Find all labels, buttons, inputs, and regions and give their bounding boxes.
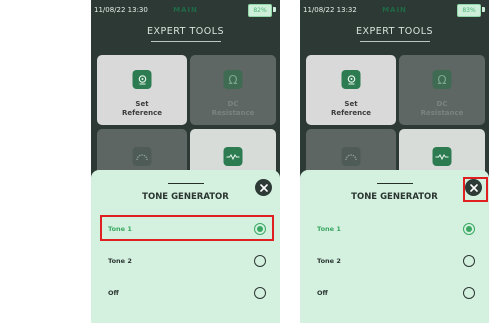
tone-generator-sheet: TONE GENERATOR Tone 1 Tone 2 Off [91,170,280,323]
battery-tip-icon [482,7,485,12]
battery-tip-icon [273,7,276,12]
radio-icon[interactable] [254,255,266,267]
highlight-tone-1 [100,215,274,241]
gauge-icon [341,147,361,166]
tile-label: Set Reference [306,100,396,118]
option-off[interactable]: Off [300,282,489,306]
status-bar: 11/08/22 13:32 MAIN 83% [300,4,489,18]
tile-set-reference[interactable]: Set Reference [97,55,187,125]
drag-handle[interactable] [168,183,204,184]
close-icon [259,183,268,192]
tile-label-line1: Set [344,100,358,108]
title-underline [360,41,430,42]
title-underline [151,41,221,42]
option-tone-1[interactable]: Tone 1 [300,218,489,242]
radio-selected-icon[interactable] [463,223,475,235]
page-title: EXPERT TOOLS [355,26,434,37]
tile-label: Set Reference [97,100,187,118]
tile-label-line2: Resistance [211,109,255,117]
location-pin-icon [341,70,361,89]
radio-icon[interactable] [463,287,475,299]
option-label: Off [108,289,119,297]
option-tone-2[interactable]: Tone 2 [91,250,280,274]
waveform-icon [432,147,452,166]
gauge-icon [132,147,152,166]
tile-label: DC Resistance [399,100,485,118]
sheet-title: TONE GENERATOR [351,192,438,202]
option-label: Tone 2 [108,257,132,265]
sheet-title: TONE GENERATOR [142,192,229,202]
screen-after: 11/08/22 13:32 MAIN 83% EXPERT TOOLS Set… [300,0,489,323]
radio-icon[interactable] [463,255,475,267]
ohm-icon: Ω [223,70,243,89]
option-label: Tone 1 [317,225,341,233]
drag-handle[interactable] [377,183,413,184]
tile-label-line1: Set [135,100,149,108]
tile-label-line1: DC [227,100,239,108]
highlight-close-button [463,177,488,202]
waveform-icon [223,147,243,166]
tile-label-line2: Reference [121,109,162,117]
location-pin-icon [132,70,152,89]
close-button[interactable] [255,179,272,196]
tile-label-line2: Resistance [420,109,464,117]
tile-label: DC Resistance [190,100,276,118]
option-tone-2[interactable]: Tone 2 [300,250,489,274]
tile-label-line1: DC [436,100,448,108]
ohm-icon: Ω [432,70,452,89]
option-off[interactable]: Off [91,282,280,306]
tile-dc-resistance[interactable]: Ω DC Resistance [190,55,276,125]
battery-indicator: 82% [248,4,272,17]
screen-before: 11/08/22 13:30 MAIN 82% EXPERT TOOLS Set… [91,0,280,323]
tile-dc-resistance[interactable]: Ω DC Resistance [399,55,485,125]
tile-set-reference[interactable]: Set Reference [306,55,396,125]
battery-indicator: 83% [457,4,481,17]
page-title: EXPERT TOOLS [146,26,225,37]
option-label: Tone 2 [317,257,341,265]
option-label: Off [317,289,328,297]
radio-icon[interactable] [254,287,266,299]
status-bar: 11/08/22 13:30 MAIN 82% [91,4,280,18]
tone-generator-sheet: TONE GENERATOR Tone 1 Tone 2 Off [300,170,489,323]
tile-label-line2: Reference [330,109,371,117]
